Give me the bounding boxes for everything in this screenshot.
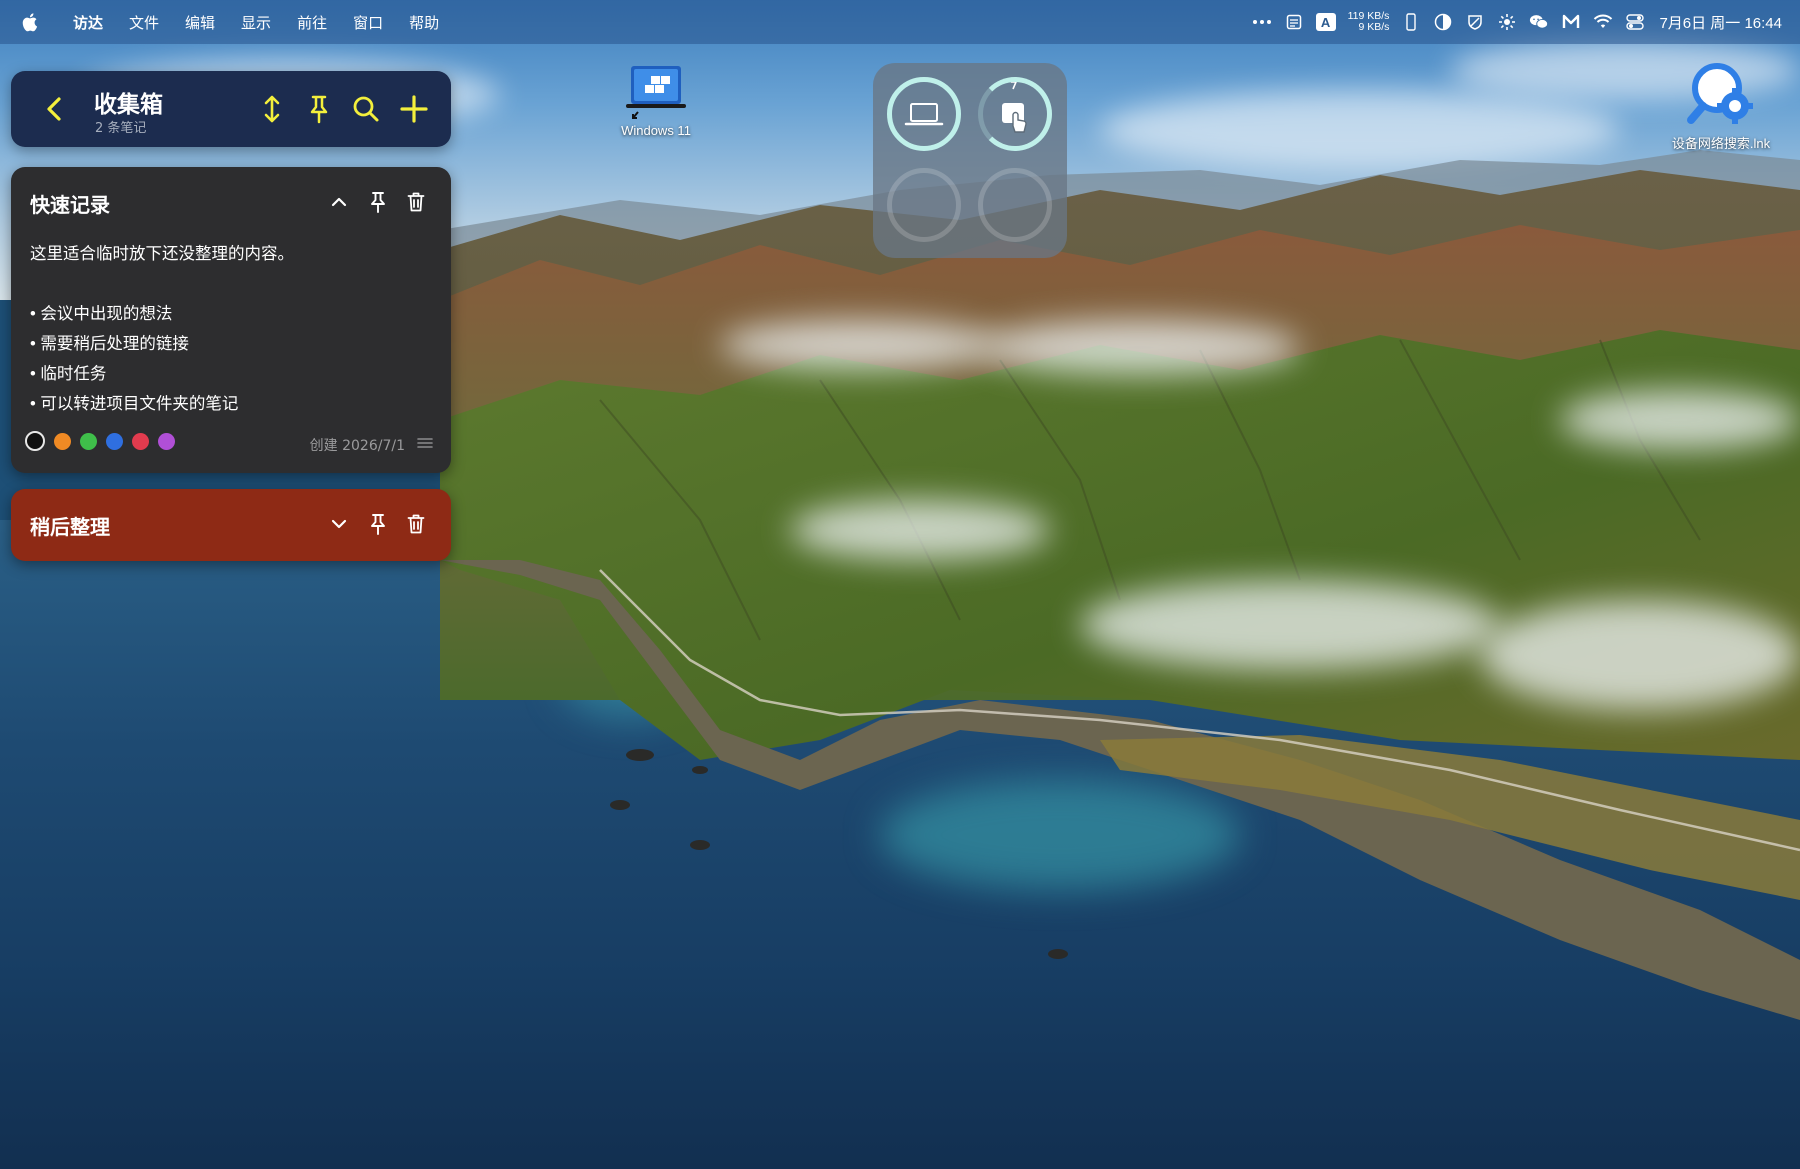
hamburger-icon[interactable] [417,437,433,449]
fog [1080,580,1500,670]
windows11-shortcut[interactable]: Windows 11 [606,62,706,138]
windows11-label: Windows 11 [621,123,691,138]
pin-icon [371,514,385,535]
sort-button[interactable] [254,91,290,127]
shield-icon[interactable] [1465,12,1485,32]
network-search-label: 设备网络搜索.lnk [1671,136,1771,151]
control-center-icon[interactable] [1625,12,1645,32]
note-lead: 这里适合临时放下还没整理的内容。 [30,245,294,263]
notes-header: 收集箱 2 条笔记 [11,71,451,147]
color-swatch-red[interactable] [132,432,149,450]
net-down: 9 KB/s [1358,21,1390,33]
notes-folder-title: 收集箱 [94,91,163,117]
trackpad-icon [1002,82,1027,133]
expand-button[interactable] [324,509,354,539]
network-speed: 119 KB/s 9 KB/s [1348,11,1390,33]
color-swatch-purple[interactable] [158,432,175,450]
note-card-quick[interactable]: 快速记录 这里适合临时放下还没整理的内容。 会议中出现的想法 需要稍后处理的链接… [11,167,451,473]
fog [790,500,1050,560]
note-title[interactable]: 快速记录 [30,189,110,218]
color-swatch-black[interactable] [25,431,45,451]
note-card-later[interactable]: 稍后整理 [11,489,451,561]
note-body[interactable]: 这里适合临时放下还没整理的内容。 会议中出现的想法 需要稍后处理的链接 临时任务… [30,239,430,419]
note-bullet: 需要稍后处理的链接 [30,329,430,359]
chevron-up-icon [331,197,347,207]
memory-icon[interactable] [1401,12,1421,32]
wechat-icon[interactable] [1529,12,1549,32]
fog [1480,600,1800,710]
input-method-label: A [1315,13,1336,31]
mouse-battery-ring [978,77,1052,151]
trash-icon [407,192,425,212]
fog [1560,390,1800,450]
color-swatch-orange[interactable] [54,432,71,450]
pin-button[interactable] [301,91,337,127]
pin-note-button[interactable] [363,187,393,217]
pin-icon [310,95,328,124]
notes-count: 2 条笔记 [95,121,147,136]
color-picker [25,431,175,451]
menu-go[interactable]: 前往 [297,12,327,33]
wifi-icon[interactable] [1593,12,1613,32]
delete-note-button[interactable] [401,509,431,539]
input-method-icon[interactable]: A [1315,12,1336,32]
menu-app-name[interactable]: 访达 [73,12,103,33]
empty-battery-ring [887,168,961,242]
note-title[interactable]: 稍后整理 [30,511,110,540]
search-button[interactable] [348,91,384,127]
pin-note-button[interactable] [363,509,393,539]
fog [720,320,1000,370]
color-swatch-green[interactable] [80,432,97,450]
sort-arrows-icon [264,95,280,123]
notes-menu-icon[interactable] [1284,12,1304,32]
battery-widget[interactable] [873,63,1067,258]
empty-battery-ring [978,168,1052,242]
back-button[interactable] [41,93,69,125]
laptop-icon [904,103,944,126]
search-icon [353,96,379,122]
menu-edit[interactable]: 编辑 [185,12,215,33]
network-search-icon [1687,63,1753,124]
brightness-icon[interactable] [1497,12,1517,32]
network-search-shortcut[interactable]: 设备网络搜索.lnk [1656,58,1786,152]
mail-m-icon[interactable] [1561,12,1581,32]
clock[interactable]: 7月6日 周一 16:44 [1659,12,1782,33]
apple-icon[interactable] [22,12,40,32]
menu-window[interactable]: 窗口 [353,12,383,33]
pin-icon [371,192,385,213]
menu-file[interactable]: 文件 [129,12,159,33]
menu-bar: 访达 文件 编辑 显示 前往 窗口 帮助 A 119 KB/s 9 KB/s 7… [0,0,1800,44]
menu-help[interactable]: 帮助 [409,12,439,33]
fog [980,320,1300,375]
note-bullet: 可以转进项目文件夹的笔记 [30,389,430,419]
color-swatch-blue[interactable] [106,432,123,450]
created-date: 创建 2026/7/1 [309,438,405,454]
note-bullet: 临时任务 [30,359,430,389]
note-bullet: 会议中出现的想法 [30,299,430,329]
collapse-button[interactable] [324,187,354,217]
chevron-left-icon [47,97,61,121]
display-icon[interactable] [1433,12,1453,32]
windows-vm-icon [626,66,686,119]
more-icon[interactable] [1252,12,1272,32]
chevron-down-icon [331,519,347,529]
menu-view[interactable]: 显示 [241,12,271,33]
laptop-battery-ring [887,77,961,151]
delete-note-button[interactable] [401,187,431,217]
plus-icon [400,95,428,123]
add-note-button[interactable] [396,91,432,127]
trash-icon [407,514,425,534]
